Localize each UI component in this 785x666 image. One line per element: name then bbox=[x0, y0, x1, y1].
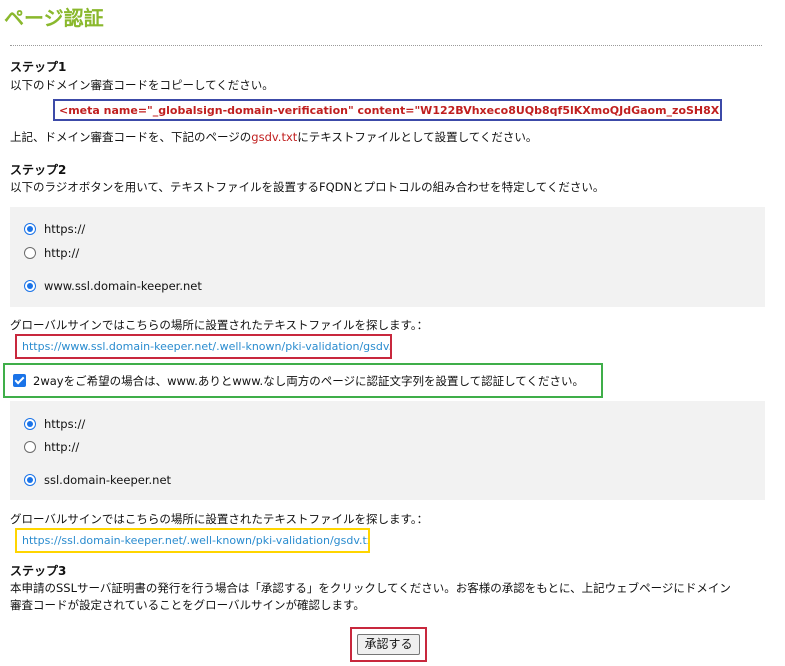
radio-button[interactable] bbox=[24, 280, 36, 292]
radio-label: www.ssl.domain-keeper.net bbox=[44, 279, 202, 293]
page-title: ページ認証 bbox=[4, 6, 104, 30]
radio-label: http:// bbox=[44, 440, 80, 454]
radio-https-www[interactable]: https:// bbox=[24, 222, 85, 236]
step3-line2: 審査コードが設定されていることをグローバルサインが確認します。 bbox=[10, 598, 365, 612]
verification-meta-tag[interactable]: <meta name="_globalsign-domain-verificat… bbox=[53, 99, 722, 121]
fqdn-panel-www: https:// http:// www.ssl.domain-keeper.n… bbox=[10, 207, 765, 307]
approve-button[interactable]: 承認する bbox=[357, 634, 420, 655]
radio-http-www[interactable]: http:// bbox=[24, 246, 79, 260]
twoway-label: 2wayをご希望の場合は、www.ありとwww.なし両方のページに認証文字列を設… bbox=[33, 373, 584, 388]
radio-button[interactable] bbox=[24, 418, 36, 430]
placement-filename: gsdv.txt bbox=[251, 130, 298, 144]
step1-placement-text: 上記、ドメイン審査コードを、下記のページのgsdv.txtにテキストファイルとし… bbox=[10, 129, 537, 145]
radio-button[interactable] bbox=[24, 441, 36, 453]
validation-url-apex[interactable]: https://ssl.domain-keeper.net/.well-know… bbox=[15, 528, 370, 553]
step2-instruction: 以下のラジオボタンを用いて、テキストファイルを設置するFQDNとプロトコルの組み… bbox=[10, 180, 605, 194]
validation-url-text[interactable]: https://ssl.domain-keeper.net/.well-know… bbox=[22, 534, 368, 547]
approve-highlight: 承認する bbox=[350, 627, 427, 662]
radio-label: http:// bbox=[44, 246, 80, 260]
radio-http-apex[interactable]: http:// bbox=[24, 440, 79, 454]
twoway-option[interactable]: 2wayをご希望の場合は、www.ありとwww.なし両方のページに認証文字列を設… bbox=[3, 363, 603, 398]
radio-fqdn-apex[interactable]: ssl.domain-keeper.net bbox=[24, 473, 171, 487]
radio-label: ssl.domain-keeper.net bbox=[44, 473, 172, 487]
title-divider bbox=[10, 45, 762, 46]
validation-url-www[interactable]: https://www.ssl.domain-keeper.net/.well-… bbox=[15, 334, 392, 359]
radio-fqdn-www[interactable]: www.ssl.domain-keeper.net bbox=[24, 279, 202, 293]
radio-button[interactable] bbox=[24, 223, 36, 235]
fqdn-panel-apex: https:// http:// ssl.domain-keeper.net bbox=[10, 401, 765, 500]
twoway-checkbox[interactable] bbox=[13, 374, 26, 387]
step1-heading: ステップ1 bbox=[10, 60, 67, 74]
page-verification: ページ認証 ステップ1 以下のドメイン審査コードをコピーしてください。 <met… bbox=[0, 0, 785, 666]
step1-instruction: 以下のドメイン審査コードをコピーしてください。 bbox=[10, 78, 274, 92]
step3-line1: 本申請のSSLサーバ証明書の発行を行う場合は「承認する」をクリックしてください。… bbox=[10, 581, 731, 595]
meta-tag-text[interactable]: <meta name="_globalsign-domain-verificat… bbox=[59, 104, 720, 117]
placement-suffix: にテキストファイルとして設置してください。 bbox=[297, 130, 538, 144]
placement-prefix: 上記、ドメイン審査コードを、下記のページの bbox=[10, 130, 252, 144]
radio-button[interactable] bbox=[24, 247, 36, 259]
validation-url-text[interactable]: https://www.ssl.domain-keeper.net/.well-… bbox=[22, 340, 390, 353]
radio-label: https:// bbox=[44, 222, 86, 236]
radio-https-apex[interactable]: https:// bbox=[24, 417, 85, 431]
step3-heading: ステップ3 bbox=[10, 564, 67, 578]
search-location-text-2: グローバルサインではこちらの場所に設置されたテキストファイルを探します。： bbox=[10, 512, 429, 526]
radio-label: https:// bbox=[44, 417, 86, 431]
radio-button[interactable] bbox=[24, 474, 36, 486]
step2-heading: ステップ2 bbox=[10, 163, 67, 177]
search-location-text-1: グローバルサインではこちらの場所に設置されたテキストファイルを探します。： bbox=[10, 318, 429, 332]
